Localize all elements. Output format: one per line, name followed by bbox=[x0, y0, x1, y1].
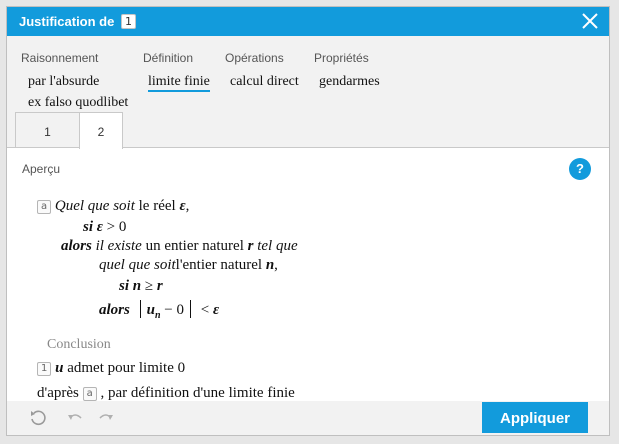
alors-keyword: alors bbox=[61, 238, 92, 254]
help-icon[interactable]: ? bbox=[569, 158, 591, 180]
preview-label: Aperçu bbox=[22, 162, 61, 176]
epsilon-var: ε bbox=[212, 302, 220, 318]
conclusion-line: 1 u admet pour limite 0 bbox=[37, 360, 185, 377]
math-line-1: a Quel que soit le réel ε, bbox=[37, 198, 189, 215]
tab-2-label: 2 bbox=[97, 125, 105, 139]
abs-bar-right bbox=[189, 300, 191, 318]
tel-que-text: tel que bbox=[257, 238, 298, 254]
minus-zero-text: − 0 bbox=[164, 302, 184, 318]
undo-icon[interactable] bbox=[66, 409, 84, 427]
r-var: r bbox=[247, 238, 254, 254]
math-line-5: si n ≥ r bbox=[119, 278, 163, 295]
tab-1[interactable]: 1 bbox=[15, 112, 80, 148]
quel-que-soit-text: quel que soit bbox=[99, 257, 176, 273]
item-ex-falso-quodlibet[interactable]: ex falso quodlibet bbox=[28, 95, 128, 111]
conclusion-label: Conclusion bbox=[47, 337, 111, 352]
math-line-2: si ε > 0 bbox=[83, 219, 126, 236]
il-existe-text: il existe bbox=[95, 238, 142, 254]
close-icon[interactable] bbox=[581, 12, 599, 30]
category-raisonnement-label: Raisonnement bbox=[21, 51, 99, 65]
dialog-title-text: Justification de bbox=[19, 14, 115, 29]
si-keyword: si bbox=[83, 219, 94, 235]
relation-text: > 0 bbox=[106, 219, 127, 235]
entier-naturel-text: un entier naturel bbox=[145, 238, 244, 254]
si-keyword: si bbox=[119, 278, 130, 294]
justification-dialog: Justification de 1 Raisonnement Définiti… bbox=[6, 6, 610, 436]
geq-symbol: ≥ bbox=[144, 278, 154, 294]
category-definition-label: Définition bbox=[143, 51, 194, 65]
n-subscript: n bbox=[154, 310, 161, 321]
comma: , bbox=[274, 257, 278, 273]
dapres-text: d'après bbox=[37, 385, 79, 401]
math-line-6: alors un − 0 < ε bbox=[99, 300, 219, 321]
math-line-3: alors il existe un entier naturel r tel … bbox=[61, 238, 298, 255]
dialog-titlebar: Justification de 1 bbox=[7, 7, 609, 36]
tab-1-label: 1 bbox=[44, 125, 51, 139]
entier-naturel-text: l'entier naturel bbox=[175, 257, 263, 273]
redo-icon[interactable] bbox=[97, 409, 115, 427]
quel-que-soit-text: Quel que soit bbox=[54, 198, 135, 214]
le-reel-text: le réel bbox=[138, 198, 176, 214]
comma: , bbox=[185, 198, 190, 214]
u-var: u bbox=[55, 360, 64, 376]
category-operations-label: Opérations bbox=[225, 51, 284, 65]
item-limite-finie[interactable]: limite finie bbox=[148, 74, 210, 92]
item-gendarmes[interactable]: gendarmes bbox=[319, 74, 380, 90]
category-proprietes-label: Propriétés bbox=[314, 51, 369, 65]
abs-bar-left bbox=[139, 300, 141, 318]
lt-symbol: < bbox=[200, 302, 210, 318]
conclusion-text: admet pour limite 0 bbox=[67, 360, 186, 376]
n-var: n bbox=[132, 278, 142, 294]
definition-text: , par définition d'une limite finie bbox=[100, 385, 295, 401]
apply-button[interactable]: Appliquer bbox=[482, 402, 588, 433]
dialog-footer: Appliquer bbox=[7, 401, 609, 435]
math-line-4: quel que soitl'entier naturel n, bbox=[99, 257, 278, 274]
n-var: n bbox=[265, 257, 275, 273]
epsilon-var: ε bbox=[96, 219, 103, 235]
r-var: r bbox=[156, 278, 163, 294]
preview-panel: Aperçu ? a Quel que soit le réel ε, si ε… bbox=[7, 147, 609, 402]
dapres-line: d'après a , par définition d'une limite … bbox=[37, 385, 295, 402]
u-var: u bbox=[146, 302, 155, 318]
reset-icon[interactable] bbox=[29, 409, 47, 427]
dapres-ref-box: a bbox=[82, 387, 97, 401]
dialog-title: Justification de 1 bbox=[19, 13, 136, 30]
conclusion-ref-box: 1 bbox=[37, 362, 52, 376]
tab-2[interactable]: 2 bbox=[79, 112, 123, 149]
title-reference-box: 1 bbox=[120, 14, 136, 29]
hypothesis-ref-box: a bbox=[37, 200, 52, 214]
item-par-l-absurde[interactable]: par l'absurde bbox=[28, 74, 99, 90]
alors-keyword: alors bbox=[99, 302, 130, 318]
item-calcul-direct[interactable]: calcul direct bbox=[230, 74, 299, 90]
